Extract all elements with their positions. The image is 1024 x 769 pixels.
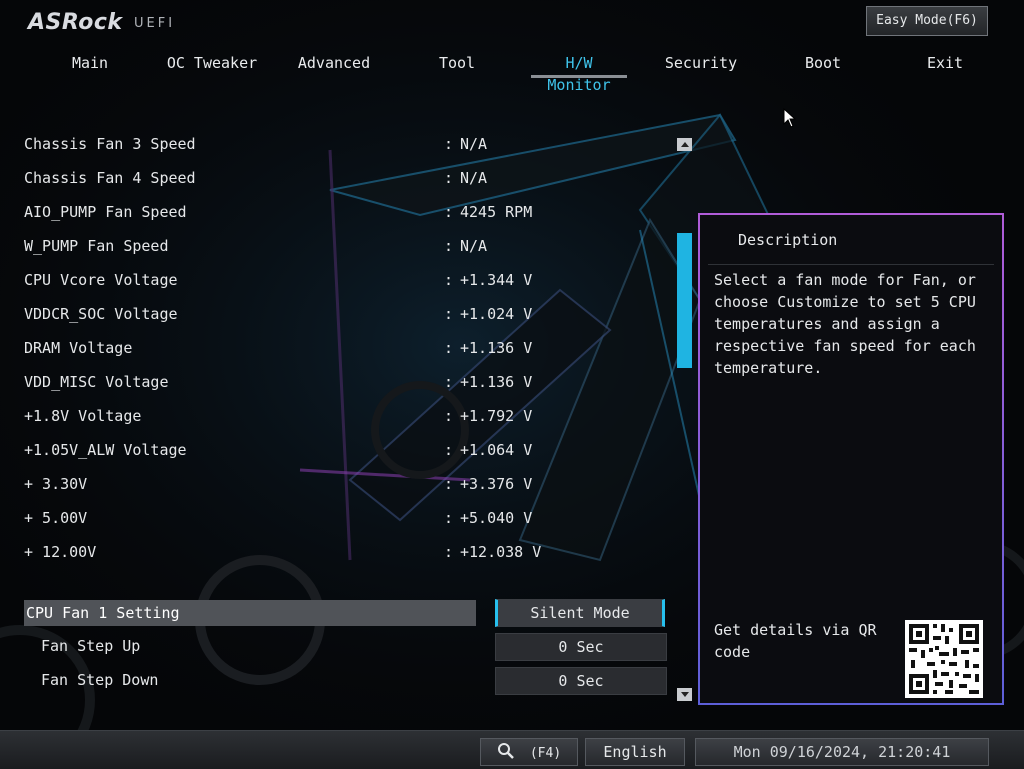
scrollbar-thumb[interactable] — [677, 233, 692, 368]
monitor-value: +1.792 V — [460, 407, 533, 425]
uefi-label: UEFI — [134, 16, 176, 31]
monitor-label: + 5.00V — [24, 509, 88, 527]
monitor-separator: : — [444, 271, 454, 289]
tab-exit[interactable]: Exit — [920, 52, 970, 82]
monitor-label: VDDCR_SOC Voltage — [24, 305, 178, 323]
monitor-label: DRAM Voltage — [24, 339, 133, 357]
monitor-label: VDD_MISC Voltage — [24, 373, 169, 391]
fan-step-up-select[interactable]: 0 Sec — [495, 633, 667, 661]
monitor-value: +1.136 V — [460, 339, 533, 357]
qr-details-text: Get details via QR code — [714, 621, 877, 661]
fan-step-up-label: Fan Step Up — [41, 637, 141, 655]
search-button[interactable]: (F4) — [480, 738, 578, 766]
monitor-separator: : — [444, 509, 454, 527]
easy-mode-button[interactable]: Easy Mode(F6) — [866, 6, 988, 36]
cpu-fan1-setting-label: CPU Fan 1 Setting — [26, 604, 180, 622]
tab-security[interactable]: Security — [663, 52, 739, 82]
monitor-separator: : — [444, 339, 454, 357]
tab-tool[interactable]: Tool — [432, 52, 482, 82]
language-button[interactable]: English — [585, 738, 685, 766]
monitor-separator: : — [444, 441, 454, 459]
description-divider — [708, 264, 994, 265]
monitor-label: W_PUMP Fan Speed — [24, 237, 169, 255]
monitor-separator: : — [444, 407, 454, 425]
tab-boot[interactable]: Boot — [798, 52, 848, 82]
monitor-value: +3.376 V — [460, 475, 533, 493]
tab-advanced[interactable]: Advanced — [296, 52, 372, 82]
monitor-value: 4245 RPM — [460, 203, 533, 221]
brand-name: ASRock — [28, 10, 123, 35]
qr-code-graphic — [905, 620, 983, 698]
datetime-display: Mon 09/16/2024, 21:20:41 — [695, 738, 989, 766]
monitor-label: +1.8V Voltage — [24, 407, 142, 425]
monitor-separator: : — [444, 373, 454, 391]
monitor-separator: : — [444, 169, 454, 187]
monitor-value: +1.344 V — [460, 271, 533, 289]
qr-code-icon[interactable] — [905, 620, 983, 698]
monitor-label: AIO_PUMP Fan Speed — [24, 203, 187, 221]
asrock-logo: ASRock UEFI — [28, 10, 198, 36]
monitor-separator: : — [444, 237, 454, 255]
scroll-down-button[interactable] — [677, 688, 692, 701]
monitor-separator: : — [444, 203, 454, 221]
description-panel: Description Select a fan mode for Fan, o… — [698, 213, 1004, 705]
tab-main[interactable]: Main — [58, 52, 122, 82]
main-tab-bar: Main OC Tweaker Advanced Tool H/W Monito… — [0, 52, 1024, 94]
cpu-fan1-mode-select[interactable]: Silent Mode — [495, 599, 665, 627]
monitor-value: +5.040 V — [460, 509, 533, 527]
chevron-down-icon — [680, 692, 689, 697]
monitor-separator: : — [444, 135, 454, 153]
tab-oc-tweaker[interactable]: OC Tweaker — [166, 52, 258, 82]
scroll-up-button[interactable] — [677, 138, 692, 151]
monitor-label: + 3.30V — [24, 475, 88, 493]
monitor-value: +1.064 V — [460, 441, 533, 459]
monitor-label: CPU Vcore Voltage — [24, 271, 178, 289]
tab-hw-monitor[interactable]: H/W Monitor — [531, 52, 627, 94]
fan-step-down-select[interactable]: 0 Sec — [495, 667, 667, 695]
monitor-label: Chassis Fan 4 Speed — [24, 169, 196, 187]
bottom-status-bar: (F4) English Mon 09/16/2024, 21:20:41 — [0, 730, 1024, 769]
monitor-label: Chassis Fan 3 Speed — [24, 135, 196, 153]
monitor-value: N/A — [460, 169, 488, 187]
search-icon — [497, 743, 514, 759]
cpu-fan1-setting-row[interactable]: CPU Fan 1 Setting — [24, 600, 476, 626]
monitor-separator: : — [444, 543, 454, 561]
monitor-separator: : — [444, 305, 454, 323]
monitor-label: +1.05V_ALW Voltage — [24, 441, 187, 459]
monitor-value: N/A — [460, 135, 488, 153]
mouse-cursor-icon — [783, 108, 797, 128]
search-shortcut-label: (F4) — [529, 746, 562, 761]
monitor-label: + 12.00V — [24, 543, 97, 561]
monitor-value: +1.136 V — [460, 373, 533, 391]
fan-step-down-label: Fan Step Down — [41, 671, 159, 689]
monitor-value: +12.038 V — [460, 543, 542, 561]
description-title: Description — [738, 231, 838, 249]
monitor-separator: : — [444, 475, 454, 493]
chevron-up-icon — [680, 142, 689, 147]
description-text: Select a fan mode for Fan, or choose Cus… — [714, 271, 976, 377]
monitor-value: +1.024 V — [460, 305, 533, 323]
monitor-value: N/A — [460, 237, 488, 255]
